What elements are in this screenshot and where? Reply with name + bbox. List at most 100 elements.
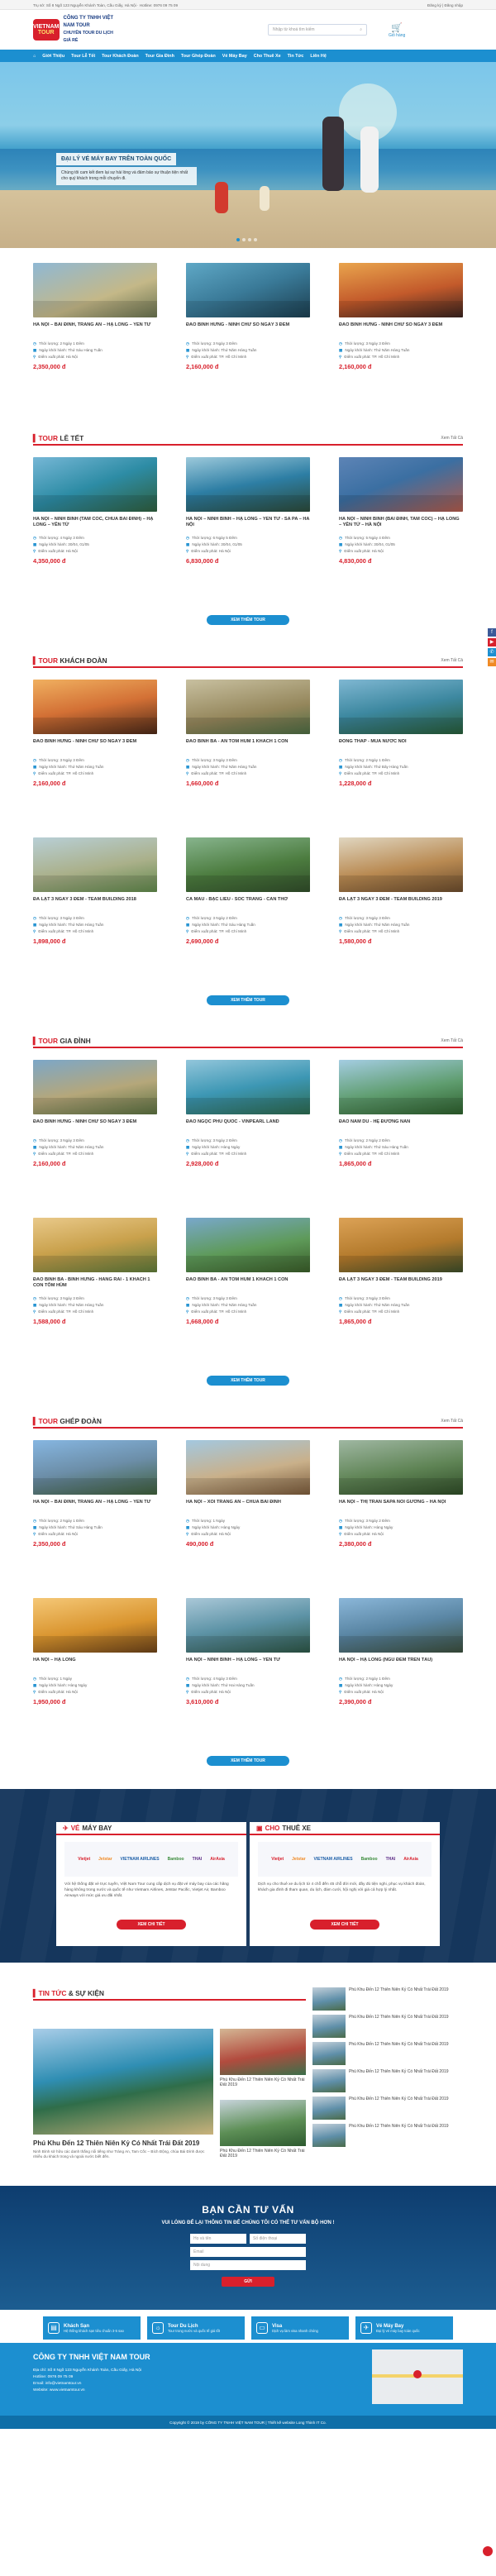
tour-card[interactable]: ĐỒNG THÁP - MÙA NƯỚC NỔI ◷ Thời lượng: 2 N… [339,680,463,824]
nav-item[interactable]: Giới Thiệu [42,54,64,59]
tour-photo[interactable] [33,1598,157,1653]
slider-dots[interactable] [236,238,257,241]
nav-item[interactable]: Tour Khách Đoàn [102,54,139,59]
tour-name[interactable]: HÀ NỘI – XÓI TRÂNG AN – CHÙA BÁI ĐÍNH [186,1500,310,1517]
tour-photo[interactable] [33,1218,157,1272]
tour-name[interactable]: HÀ NỘI – NINH BÌNH (TAM CỐC, CHÙA BÁI ĐÍ… [33,517,157,534]
news-side-item[interactable]: Phú Khu Đến 12 Thiên Niên Kỷ Có Nhất Trá… [312,1987,463,2012]
tour-card[interactable]: HÀ NỘI – NINH BÌNH – HẠ LONG – YÊN TỬ ◷ Th… [186,1598,310,1743]
tour-card[interactable]: ĐẢO BÌNH BA - ĂN TÔM HÙM 1 KHÁCH 1 CON ◷ T… [186,680,310,824]
tour-name[interactable]: ĐẢO NGỌC PHÚ QUỐC - VINPEARL LAND [186,1119,310,1137]
see-all-link[interactable]: Xem Tất Cả [441,1038,463,1043]
tour-card[interactable]: HÀ NỘI – THỊ TRẤN SAPA NỐI GƯƠNG – HÀ NỘ… [339,1440,463,1585]
tour-name[interactable]: HÀ NỘI – NINH BÌNH – HẠ LONG – YÊN TỬ [186,1658,310,1675]
search-icon[interactable]: ⌕ [360,27,362,32]
tour-name[interactable]: ĐÀ LẠT 3 NGÀY 3 ĐÊM - TEAM BUILDING 2019 [339,1277,463,1295]
slider-dot[interactable] [254,238,257,241]
name-field[interactable]: Họ và tên [190,2234,246,2244]
mail-icon[interactable]: ✉ [488,658,496,666]
cart-button[interactable]: 🛒 Giỏ hàng [389,22,405,38]
news-item[interactable]: Phú Khu Đến 12 Thiên Niên Kỷ Có Nhất Trá… [220,2029,306,2095]
tour-card[interactable]: ĐẢO NAM DU - HỆ ĐƯỜNG NÂN ◷ Thời lượng: 2 … [339,1060,463,1205]
site-logo[interactable]: VIETNAM TOUR CÔNG TY TNHH VIỆT NAM TOUR … [33,15,119,45]
tour-name[interactable]: ĐẢO BÌNH HƯNG - NINH CHỮ SỐ NGÀY 3 ĐÊM [33,739,157,756]
tour-card[interactable]: ĐÀ LẠT 3 NGÀY 3 ĐÊM - TEAM BUILDING 2019… [339,837,463,982]
slider-dot[interactable] [242,238,246,241]
tour-photo[interactable] [186,1598,310,1653]
topbar-account-links[interactable]: Đăng ký | Đăng nhập [427,3,463,7]
feature-visa[interactable]: ▭ Visa Dịch vụ làm visa nhanh chóng [251,2316,349,2340]
tour-photo[interactable] [339,457,463,512]
tour-card[interactable]: ĐẢO BÌNH BA - BÌNH HƯNG - HANG RÁI - 1 K… [33,1218,157,1362]
facebook-icon[interactable]: f [488,628,496,637]
tour-photo[interactable] [339,1598,463,1653]
tour-card[interactable]: HÀ NỘI – NINH BÌNH (BÁI ĐÍNH, TAM CỐC) –… [339,457,463,602]
tour-card[interactable]: ĐẢO BÌNH HƯNG - NINH CHỮ SỐ NGÀY 3 ĐÊM ◷ T… [186,263,310,408]
tour-photo[interactable] [33,263,157,317]
tour-photo[interactable] [33,457,157,512]
feature-hotel[interactable]: ▤ Khách Sạn Hệ thống khách sạn tiêu chuẩn … [43,2316,141,2340]
tour-name[interactable]: ĐẢO BÌNH BA - ĂN TÔM HÙM 1 KHÁCH 1 CON [186,739,310,756]
tour-photo[interactable] [339,837,463,892]
see-all-link[interactable]: Xem Tất Cả [441,436,463,441]
tour-card[interactable]: ĐẢO BÌNH HƯNG - NINH CHỮ SỐ NGÀY 3 ĐÊM ◷ T… [33,680,157,824]
tour-photo[interactable] [339,1060,463,1114]
tour-name[interactable]: ĐẢO BÌNH HƯNG - NINH CHỮ SỐ NGÀY 3 ĐÊM [186,322,310,340]
phone-icon[interactable]: ✆ [488,648,496,656]
tour-name[interactable]: HÀ NỘI – BÁI ĐÍNH, TRÀNG AN – HẠ LONG – … [33,322,157,340]
tour-photo[interactable] [186,263,310,317]
tour-card[interactable]: HÀ NỘI – XÓI TRÂNG AN – CHÙA BÁI ĐÍNH ◷ Th… [186,1440,310,1585]
home-icon[interactable]: ⌂ [33,54,36,59]
tour-card[interactable]: ĐÀ LẠT 3 NGÀY 3 ĐÊM - TEAM BUILDING 2019… [339,1218,463,1362]
slider-dot[interactable] [248,238,251,241]
tour-photo[interactable] [186,1440,310,1495]
tour-card[interactable]: HÀ NỘI – NINH BÌNH (TAM CỐC, CHÙA BÁI ĐÍ… [33,457,157,602]
tour-photo[interactable] [33,1440,157,1495]
nav-item[interactable]: Cho Thuê Xe [254,54,281,59]
tour-photo[interactable] [33,680,157,734]
tour-photo[interactable] [33,1060,157,1114]
back-to-top-button[interactable] [483,2546,493,2556]
tour-name[interactable]: ĐẢO BÌNH BA - BÌNH HƯNG - HANG RÁI - 1 K… [33,1277,157,1295]
email-field[interactable]: Email [190,2247,306,2257]
feature-tour[interactable]: ☼ Tour Du Lịch Tour trong nước và quốc tế … [147,2316,245,2340]
tour-name[interactable]: ĐẢO NAM DU - HỆ ĐƯỜNG NÂN [339,1119,463,1137]
tour-photo[interactable] [186,837,310,892]
tour-card[interactable]: ĐẢO BÌNH BA - ĂN TÔM HÙM 1 KHÁCH 1 CON ◷ T… [186,1218,310,1362]
tour-name[interactable]: HÀ NỘI – THỊ TRẤN SAPA NỐI GƯƠNG – HÀ NỘ… [339,1500,463,1517]
hero-slider[interactable]: ĐẠI LÝ VÉ MÁY BAY TRÊN TOÀN QUỐC Chúng t… [0,62,496,248]
flight-detail-button[interactable]: XEM CHI TIẾT [117,1920,186,1930]
tour-name[interactable]: CÀ MAU - BẠC LIÊU - SÓC TRĂNG - CẦN THƠ [186,897,310,914]
tour-card[interactable]: ĐẢO BÌNH HƯNG - NINH CHỮ SỐ NGÀY 3 ĐÊM ◷ T… [339,263,463,408]
feature-flight[interactable]: ✈ Vé Máy Bay Đại lý vé máy bay toàn quốc [355,2316,453,2340]
search-input[interactable]: Nhập từ khoá tìm kiếm ⌕ [268,24,367,36]
tour-photo[interactable] [339,1218,463,1272]
tour-name[interactable]: ĐÀ LẠT 3 NGÀY 3 ĐÊM - TEAM BUILDING 2019 [339,897,463,914]
youtube-icon[interactable]: ▶ [488,638,496,646]
tour-name[interactable]: ĐÀ LẠT 3 NGÀY 3 ĐÊM - TEAM BUILDING 2018 [33,897,157,914]
phone-field[interactable]: Số điện thoại [250,2234,306,2244]
news-side-item[interactable]: Phú Khu Đến 12 Thiên Niên Kỷ Có Nhất Trá… [312,2015,463,2039]
view-more-button[interactable]: XEM THÊM TOUR [207,1376,289,1386]
tour-photo[interactable] [339,1440,463,1495]
tour-photo[interactable] [33,837,157,892]
nav-item[interactable]: Tour Lễ Tết [71,54,95,59]
view-more-button[interactable]: XEM THÊM TOUR [207,615,289,625]
see-all-link[interactable]: Xem Tất Cả [441,1419,463,1424]
tour-card[interactable]: HÀ NỘI – BÁI ĐÍNH, TRÀNG AN – HẠ LONG – … [33,1440,157,1585]
tour-card[interactable]: CÀ MAU - BẠC LIÊU - SÓC TRĂNG - CẦN THƠ ◷… [186,837,310,982]
tour-name[interactable]: HÀ NỘI – HẠ LONG [33,1658,157,1675]
tour-name[interactable]: ĐỒNG THÁP - MÙA NƯỚC NỔI [339,739,463,756]
tour-name[interactable]: HÀ NỘI – HẠ LONG (NGỦ ĐÊM TRÊN TÀU) [339,1658,463,1675]
view-more-button[interactable]: XEM THÊM TOUR [207,995,289,1005]
tour-card[interactable]: ĐÀ LẠT 3 NGÀY 3 ĐÊM - TEAM BUILDING 2018… [33,837,157,982]
news-featured[interactable]: Phú Khu Đến 12 Thiên Niên Kỷ Có Nhất Trá… [33,2029,213,2159]
tour-name[interactable]: HÀ NỘI – BÁI ĐÍNH, TRÀNG AN – HẠ LONG – … [33,1500,157,1517]
tour-photo[interactable] [186,680,310,734]
nav-item[interactable]: Vé Máy Bay [222,54,247,59]
slider-dot[interactable] [236,238,240,241]
tour-name[interactable]: ĐẢO BÌNH HƯNG - NINH CHỮ SỐ NGÀY 3 ĐÊM [33,1119,157,1137]
tour-name[interactable]: HÀ NỘI – NINH BÌNH – HẠ LONG – YÊN TỬ - … [186,517,310,534]
message-field[interactable]: Nội dung [190,2260,306,2270]
send-button[interactable]: GỬI [222,2277,274,2287]
